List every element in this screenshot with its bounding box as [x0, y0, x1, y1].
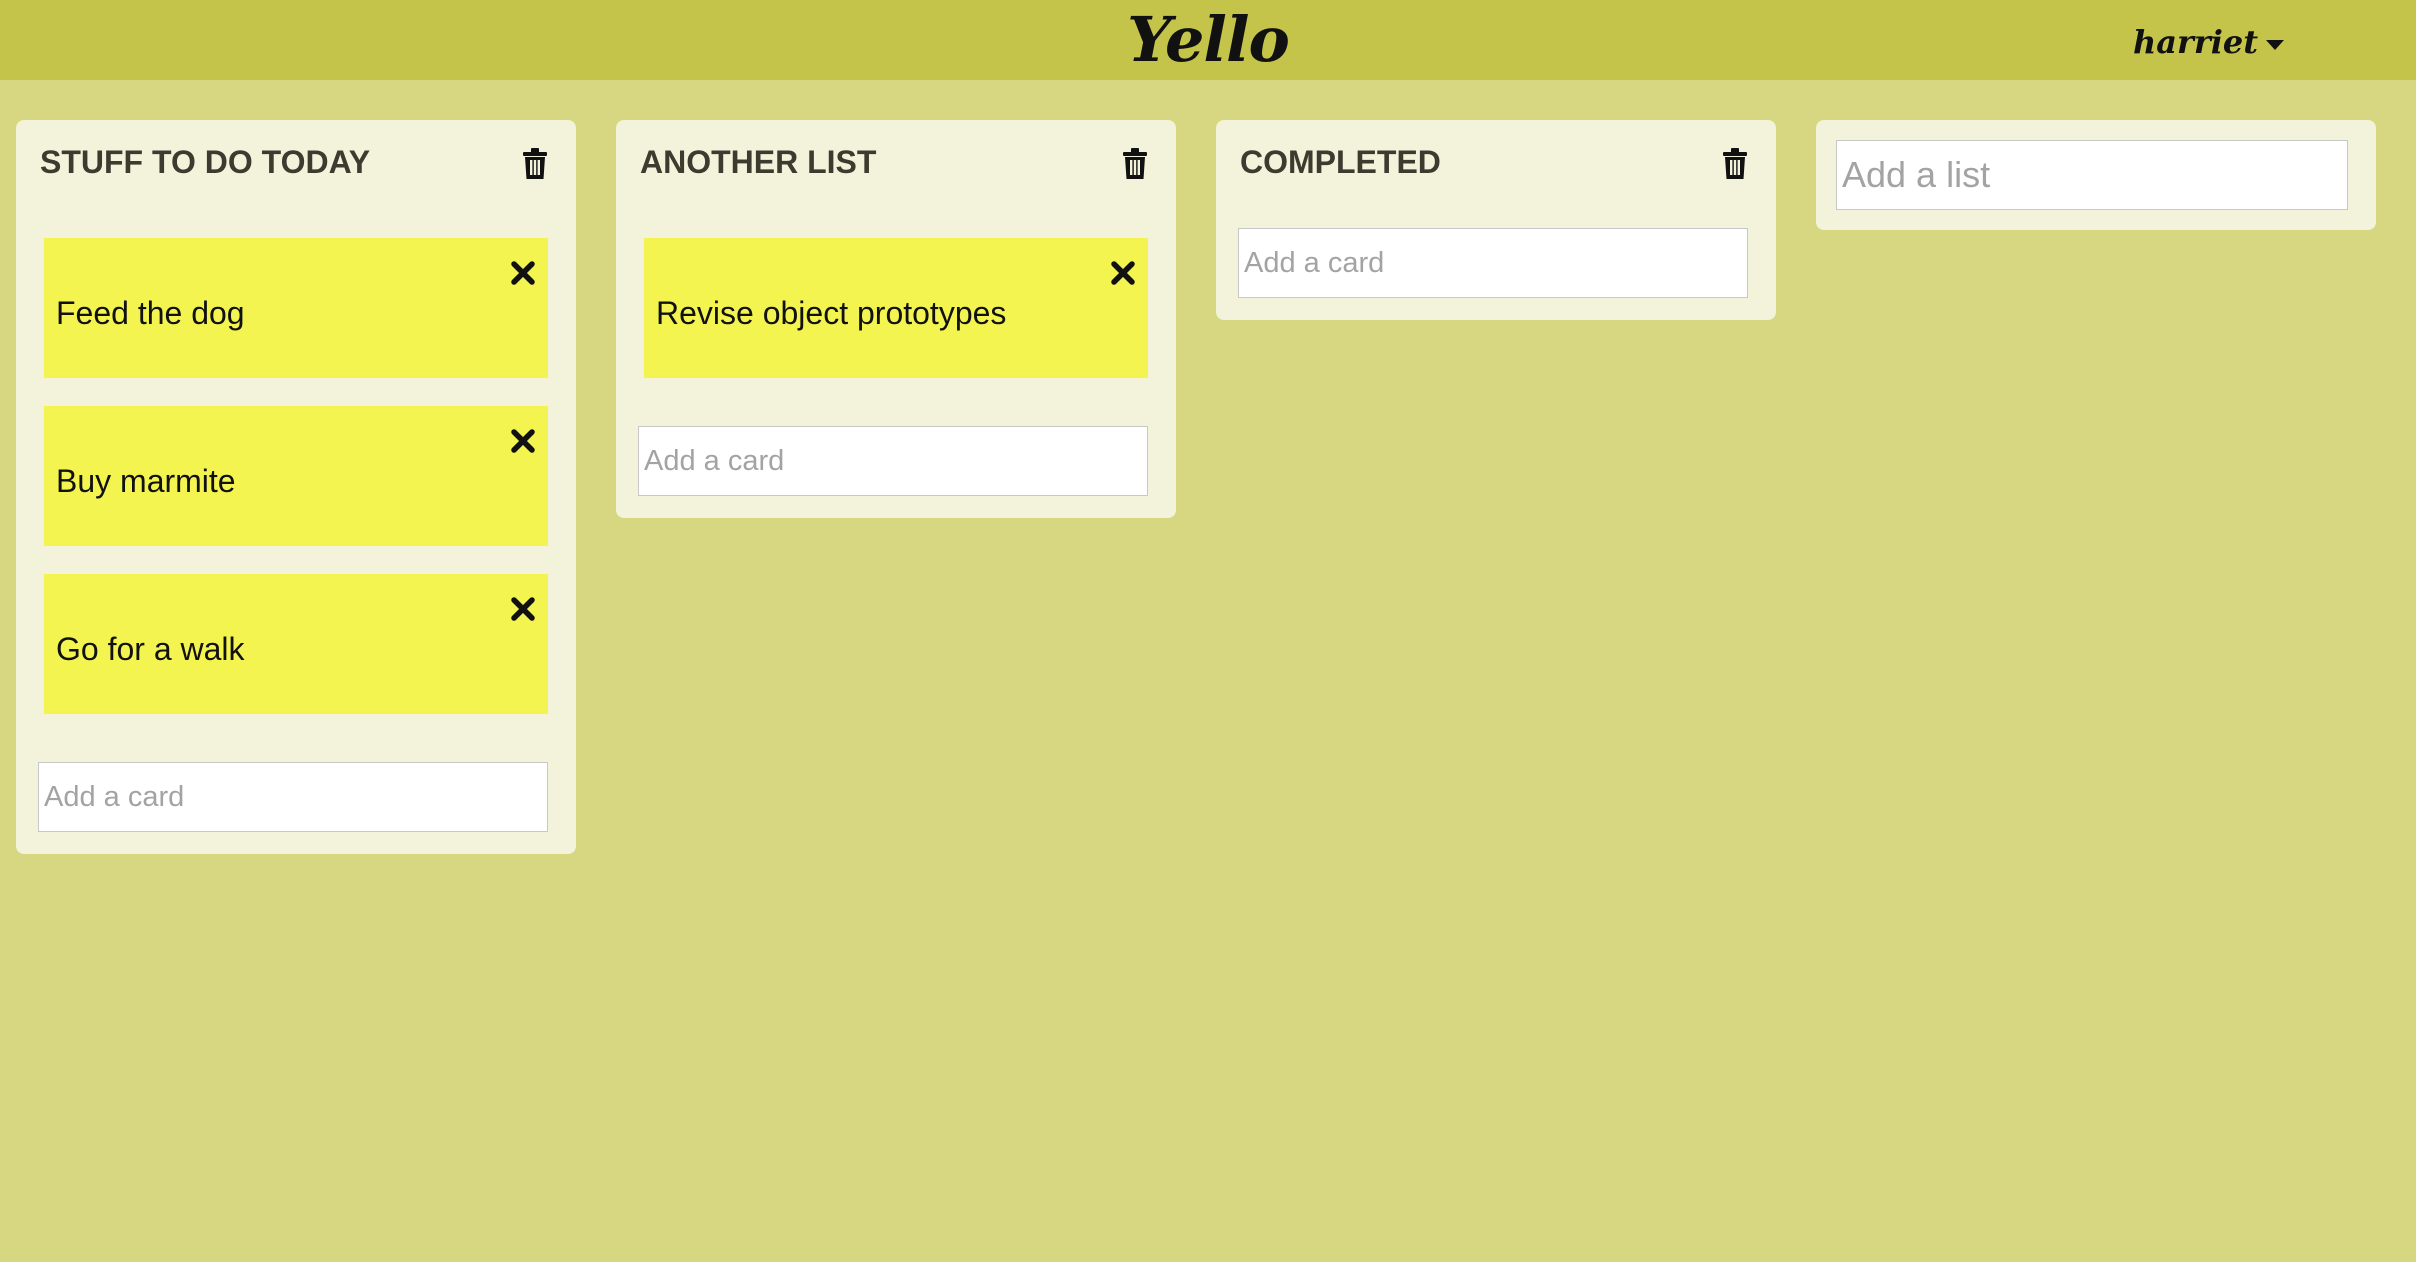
list: STUFF TO DO TODAY Feed the dog Buy marmi…: [16, 120, 576, 854]
app-logo[interactable]: Yello: [0, 0, 2416, 80]
card-text: Feed the dog: [56, 294, 245, 331]
list-title[interactable]: STUFF TO DO TODAY: [38, 142, 548, 182]
caret-down-icon[interactable]: [2266, 40, 2284, 50]
card-list: Revise object prototypes: [638, 238, 1148, 378]
card-list: Feed the dog Buy marmite Go for a walk: [38, 238, 548, 714]
list-header: STUFF TO DO TODAY: [38, 142, 548, 202]
card[interactable]: Go for a walk: [44, 574, 548, 714]
trash-icon[interactable]: [522, 148, 548, 180]
trash-icon[interactable]: [1122, 148, 1148, 180]
card[interactable]: Buy marmite: [44, 406, 548, 546]
close-icon[interactable]: [510, 260, 536, 286]
user-name[interactable]: harriet: [2133, 23, 2258, 61]
list-header: COMPLETED: [1238, 142, 1748, 202]
card-text: Go for a walk: [56, 630, 245, 667]
add-list-panel: [1816, 120, 2376, 230]
list-title[interactable]: ANOTHER LIST: [638, 142, 1148, 182]
top-bar: Yello harriet: [0, 0, 2416, 80]
card[interactable]: Revise object prototypes: [644, 238, 1148, 378]
close-icon[interactable]: [510, 428, 536, 454]
add-list-input[interactable]: [1836, 140, 2348, 210]
card-text: Buy marmite: [56, 462, 236, 499]
add-card-input[interactable]: [1238, 228, 1748, 298]
trash-icon[interactable]: [1722, 148, 1748, 180]
list-title[interactable]: COMPLETED: [1238, 142, 1748, 182]
card-text: Revise object prototypes: [656, 294, 1007, 331]
card[interactable]: Feed the dog: [44, 238, 548, 378]
user-menu[interactable]: harriet: [2133, 22, 2284, 62]
list-header: ANOTHER LIST: [638, 142, 1148, 202]
add-card-input[interactable]: [638, 426, 1148, 496]
add-card-input[interactable]: [38, 762, 548, 832]
close-icon[interactable]: [510, 596, 536, 622]
board: STUFF TO DO TODAY Feed the dog Buy marmi…: [16, 120, 2376, 854]
list: ANOTHER LIST Revise object prototypes: [616, 120, 1176, 518]
close-icon[interactable]: [1110, 260, 1136, 286]
list: COMPLETED: [1216, 120, 1776, 320]
